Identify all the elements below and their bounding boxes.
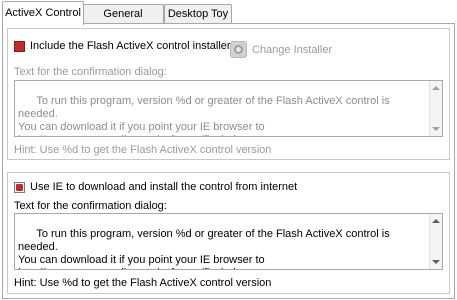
flash-installer-group: Include the Flash ActiveX control instal… — [7, 28, 450, 160]
scroll-up-icon[interactable] — [432, 86, 440, 90]
tab-general-settings[interactable]: General Settings — [82, 4, 164, 39]
tab-strip: ActiveX Control General Settings Desktop… — [0, 0, 457, 39]
scroll-down-icon[interactable] — [432, 260, 440, 264]
flash-dialog-textarea[interactable]: To run this program, version %d or great… — [14, 80, 443, 137]
scroll-up-icon[interactable] — [432, 219, 440, 223]
change-installer-button[interactable]: Change Installer — [252, 44, 332, 56]
ie-hint: Hint: Use %d to get the Flash ActiveX co… — [14, 277, 272, 289]
ie-dialog-label: Text for the confirmation dialog: — [14, 200, 167, 212]
flash-hint: Hint: Use %d to get the Flash ActiveX co… — [14, 144, 272, 156]
scroll-down-icon[interactable] — [432, 127, 440, 131]
activex-control-panel: Include the Flash ActiveX control instal… — [2, 23, 455, 299]
flash-dialog-label: Text for the confirmation dialog: — [14, 66, 167, 78]
use-ie-label[interactable]: Use IE to download and install the contr… — [30, 181, 297, 193]
tab-desktop-toy[interactable]: Desktop Toy — [164, 4, 232, 24]
ie-dialog-scrollbar[interactable] — [429, 214, 442, 269]
ie-dialog-text: To run this program, version %d or great… — [18, 228, 390, 269]
tab-activex-control[interactable]: ActiveX Control — [2, 1, 84, 25]
use-ie-checkbox[interactable] — [14, 182, 25, 193]
ie-dialog-textarea[interactable]: To run this program, version %d or great… — [14, 213, 443, 270]
change-installer-icon-button[interactable] — [230, 41, 247, 58]
flash-dialog-scrollbar[interactable] — [429, 81, 442, 136]
include-installer-checkbox[interactable] — [14, 41, 25, 52]
gear-icon — [234, 45, 243, 54]
ie-download-group: Use IE to download and install the contr… — [7, 172, 450, 294]
flash-dialog-text: To run this program, version %d or great… — [18, 95, 390, 136]
include-installer-label[interactable]: Include the Flash ActiveX control instal… — [30, 40, 231, 52]
checkmark-icon — [16, 184, 23, 191]
